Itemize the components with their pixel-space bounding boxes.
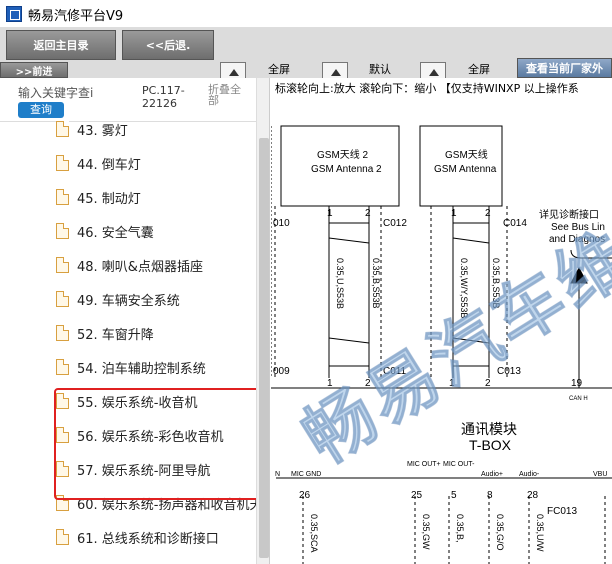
document-code: PC.117-22126	[142, 84, 185, 110]
app-icon	[6, 6, 22, 22]
svg-text:19: 19	[571, 378, 583, 389]
scrollbar-thumb[interactable]	[259, 138, 269, 558]
svg-text:5: 5	[451, 490, 457, 501]
keyword-input[interactable]: 输入关键字查i	[18, 84, 104, 101]
document-icon	[56, 359, 69, 375]
back-button[interactable]: <<后退.	[122, 30, 214, 60]
wire-label: 0.35,U,S53B	[335, 258, 345, 309]
svg-text:25: 25	[411, 490, 423, 501]
window-title: 畅易汽修平台V9	[28, 9, 124, 24]
svg-text:2: 2	[365, 208, 371, 219]
svg-text:26: 26	[299, 490, 311, 501]
list-item[interactable]: 49. 车辆安全系统	[56, 282, 262, 316]
list-item[interactable]: 61. 总线系统和诊断接口	[56, 520, 262, 554]
document-icon	[56, 529, 69, 545]
wire-label: 0.35,B,S53B	[371, 258, 381, 309]
list-item[interactable]: 52. 车窗升降	[56, 316, 262, 350]
title-bar: 畅易汽修平台V9	[0, 0, 612, 28]
wire-label: 0.35,GW	[421, 514, 431, 550]
tbox-en-label: T-BOX	[469, 437, 512, 453]
svg-text:28: 28	[527, 490, 539, 501]
list-item[interactable]: 43. 雾灯	[56, 112, 262, 146]
wire-label: 0.35,B,	[455, 514, 465, 543]
document-icon	[56, 325, 69, 341]
wire-label: 0.35,U/W	[535, 514, 545, 552]
wire-label: 0.35,G/O	[495, 514, 505, 551]
list-item[interactable]: 44. 倒车灯	[56, 146, 262, 180]
forward-button[interactable]: >>前进	[0, 62, 68, 78]
gsm-en-label: GSM Antenna	[434, 164, 497, 175]
svg-text:N: N	[275, 471, 280, 478]
svg-text:1: 1	[327, 208, 333, 219]
connector-c012: C012	[383, 218, 407, 229]
tbox-cn-label: 通讯模块	[461, 421, 517, 437]
vbu-label: VBU	[593, 471, 607, 478]
toolbar: 返回主目录 <<后退. >>前进 全屏 默认 全屏 查看当前厂家外	[0, 28, 612, 82]
wiring-diagram[interactable]: 标滚轮向上:放大 滚轮向下：缩小 【仅支持WINXP 以上操作系 GSM天线 2…	[271, 78, 612, 564]
highlight-annotation	[54, 388, 262, 500]
up-arrow-icon	[331, 69, 341, 76]
list-item[interactable]: 48. 喇叭&点烟器插座	[56, 248, 262, 282]
gsm-cn-label: GSM天线	[445, 148, 488, 161]
connector-fc013: FC013	[547, 506, 577, 517]
sidebar-scrollbar[interactable]	[256, 78, 269, 564]
zoom-full-2-label: 全屏	[468, 63, 490, 76]
document-icon	[56, 155, 69, 171]
mic-out-minus-label: MIC OUT-	[443, 461, 475, 468]
connector-010: 010	[273, 218, 290, 229]
tree-list: 43. 雾灯 44. 倒车灯 45. 制动灯 46. 安全气囊 48. 喇叭&点…	[0, 121, 262, 564]
can-h-label: CAN H	[569, 396, 588, 402]
mic-out-plus-label: MIC OUT+	[407, 461, 441, 468]
zoom-default-label: 默认	[369, 63, 391, 76]
document-icon	[56, 189, 69, 205]
fold-all-button[interactable]: 折叠全部	[208, 84, 248, 106]
document-icon	[56, 257, 69, 273]
document-icon	[56, 291, 69, 307]
mic-gnd-label: MIC GND	[291, 471, 321, 478]
sidebar: 输入关键字查i 查询 PC.117-22126 折叠全部 43. 雾灯 44. …	[0, 78, 270, 564]
back-to-main-button[interactable]: 返回主目录	[6, 30, 116, 60]
svg-text:2: 2	[485, 208, 491, 219]
connector-c014: C014	[503, 218, 527, 229]
svg-text:8: 8	[487, 490, 493, 501]
audio-minus-label: Audio-	[519, 471, 540, 478]
list-item[interactable]: 45. 制动灯	[56, 180, 262, 214]
audio-plus-label: Audio+	[481, 471, 503, 478]
svg-text:1: 1	[451, 208, 457, 219]
up-arrow-icon	[429, 69, 439, 76]
wire-label: 0.35,SCA	[309, 514, 319, 553]
zoom-full-1-label: 全屏	[268, 63, 290, 76]
gsm2-en-label: GSM Antenna 2	[311, 164, 382, 175]
view-car-info-button[interactable]: 查看当前厂家外	[517, 58, 612, 78]
document-icon	[56, 223, 69, 239]
up-arrow-icon	[229, 69, 239, 76]
connector-009: 009	[273, 366, 290, 377]
document-icon	[56, 121, 69, 137]
gsm2-cn-label: GSM天线 2	[317, 148, 369, 161]
list-item[interactable]: 54. 泊车辅助控制系统	[56, 350, 262, 384]
list-item[interactable]: 46. 安全气囊	[56, 214, 262, 248]
